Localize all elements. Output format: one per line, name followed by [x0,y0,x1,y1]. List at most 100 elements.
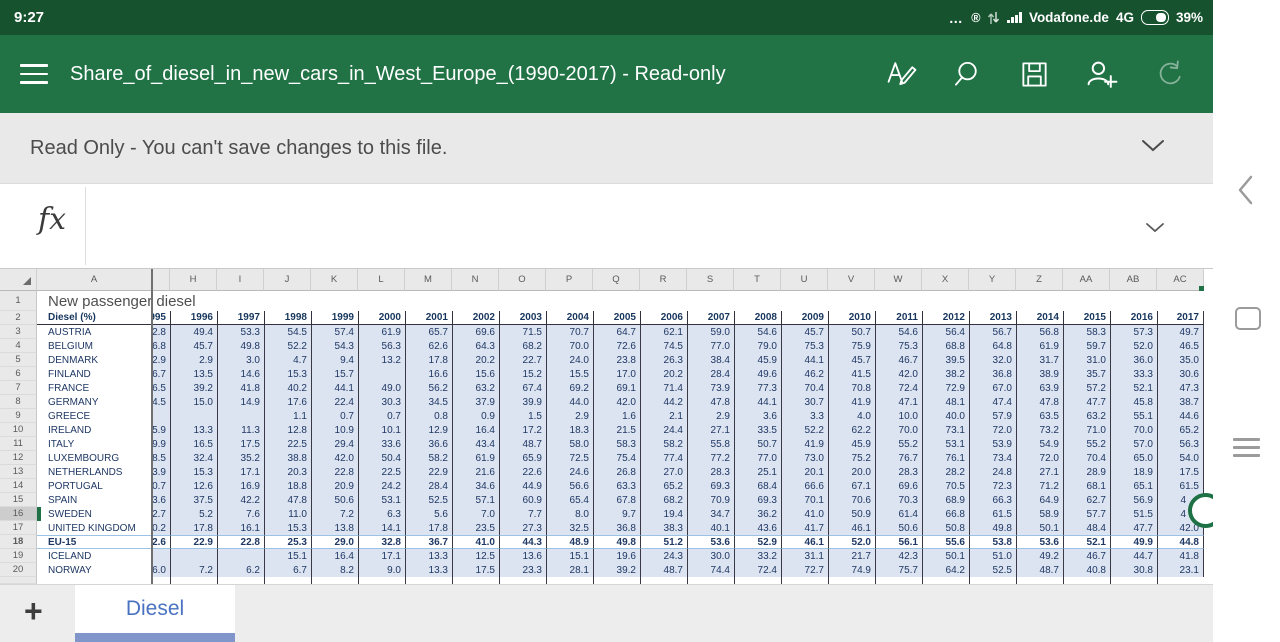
cell-value[interactable]: 36.8 [593,521,640,535]
cell-value[interactable]: 16.4 [452,423,499,437]
cell-country-name[interactable]: GREECE [37,409,152,423]
cell-value[interactable]: 64.3 [452,339,499,353]
row-header-15[interactable]: 15 [0,493,37,507]
cell-value[interactable]: 35.7 [1063,367,1110,381]
cell-value[interactable]: 69.2 [546,381,593,395]
cell-value[interactable]: 38.3 [640,521,687,535]
cell-value[interactable]: 17.5 [452,563,499,577]
cell-value[interactable]: 26.8 [593,465,640,479]
cell-value[interactable]: 6.5 [152,381,170,395]
cell-value[interactable]: 27.0 [640,465,687,479]
chevron-left-icon[interactable] [1237,175,1254,210]
row-header-19[interactable]: 19 [0,549,37,563]
cell-country-name[interactable]: SPAIN [37,493,152,507]
cell-year-2012[interactable]: 2012 [922,311,969,325]
cell-value[interactable]: 28.1 [546,563,593,577]
cell-value[interactable]: 17.5 [217,437,264,451]
cell-value[interactable]: 17.5 [1157,465,1204,479]
cell-value[interactable]: 62.2 [828,423,875,437]
cell-value[interactable]: 58.9 [1016,507,1063,521]
cell-value[interactable]: 70.0 [875,423,922,437]
column-header-J[interactable]: J [264,269,311,291]
cell-value[interactable]: 20.1 [781,465,828,479]
cell-value[interactable]: 22.6 [499,465,546,479]
cell-empty[interactable] [781,577,828,584]
cell-empty[interactable] [1016,577,1063,584]
cell-value[interactable]: 58.3 [593,437,640,451]
cell-value[interactable]: 69.3 [687,479,734,493]
cell-value[interactable]: 6.8 [152,339,170,353]
cell-value[interactable]: 38.9 [1016,367,1063,381]
cell-value[interactable]: 57.0 [1110,437,1157,451]
cell-value[interactable]: 31.1 [781,549,828,563]
cell-empty[interactable] [152,577,170,584]
cell-value[interactable]: 58.2 [640,437,687,451]
cell-value[interactable]: 52.1 [1110,381,1157,395]
cell-value[interactable]: 30.3 [358,395,405,409]
cell-value[interactable]: 34.6 [452,479,499,493]
cell-value[interactable]: 65.4 [546,493,593,507]
cell-year-1999[interactable]: 1999 [311,311,358,325]
cell-year-1997[interactable]: 1997 [217,311,264,325]
cell-value[interactable]: 32.5 [546,521,593,535]
cell-value[interactable] [217,549,264,563]
cell-value[interactable]: 54.3 [311,339,358,353]
cell-value[interactable]: 18.8 [264,479,311,493]
save-icon[interactable] [1019,59,1050,90]
cell-value[interactable]: 23.8 [593,353,640,367]
cell-value[interactable]: 70.4 [1063,451,1110,465]
row-header-10[interactable]: 10 [0,423,37,437]
cell-value[interactable]: 32.0 [969,353,1016,367]
sheet-tab-diesel[interactable]: Diesel [75,585,235,642]
cell-value[interactable]: 52.1 [1063,535,1110,549]
cell-value[interactable]: 24.6 [546,465,593,479]
cell-value[interactable] [358,367,405,381]
cell-value[interactable]: 24.8 [969,465,1016,479]
column-header-AA[interactable]: AA [1063,269,1110,291]
row-header-12[interactable]: 12 [0,451,37,465]
cell-value[interactable]: 61.5 [969,507,1016,521]
cell-value[interactable]: 72.9 [922,381,969,395]
cell-value[interactable]: 33.2 [734,549,781,563]
cell-value[interactable]: 49.8 [593,535,640,549]
cell-value[interactable]: 46.2 [781,367,828,381]
cell-value[interactable]: 16.4 [311,549,358,563]
cell-value[interactable]: 40.1 [687,521,734,535]
row-header-9[interactable]: 9 [0,409,37,423]
cell-value[interactable]: 69.3 [734,493,781,507]
cell-value[interactable]: 50.6 [875,521,922,535]
cell-value[interactable]: 72.3 [969,479,1016,493]
cell-value[interactable]: 42.0 [875,367,922,381]
cell-value[interactable]: 7.2 [170,563,217,577]
cell-value[interactable]: 9.7 [593,507,640,521]
cell-value[interactable]: 3.9 [152,465,170,479]
cell-value[interactable]: 42.2 [217,493,264,507]
cell-value[interactable]: 67.4 [499,381,546,395]
column-header-L[interactable]: L [358,269,405,291]
cell-value[interactable]: 53.1 [358,493,405,507]
cell-value[interactable]: 20.2 [452,353,499,367]
cell-value[interactable]: 9.9 [152,437,170,451]
cell-value[interactable]: 49.9 [1110,535,1157,549]
cell-value[interactable]: 27.3 [499,521,546,535]
row-header-7[interactable]: 7 [0,381,37,395]
cell-value[interactable]: 36.8 [969,367,1016,381]
cell-value[interactable]: 28.2 [922,465,969,479]
column-header-N[interactable]: N [452,269,499,291]
cell-value[interactable]: 53.3 [217,325,264,339]
edit-pen-icon[interactable] [885,58,918,91]
cell-value[interactable]: 17.8 [170,521,217,535]
cell-value[interactable]: 5.2 [170,507,217,521]
cell-value[interactable]: 67.0 [969,381,1016,395]
cell-value[interactable]: 77.0 [734,451,781,465]
cell-value[interactable]: 67.8 [593,493,640,507]
cell-value[interactable]: 50.7 [734,437,781,451]
cell-value[interactable]: 46.1 [781,535,828,549]
cell-value[interactable]: 48.9 [546,535,593,549]
cell-value[interactable]: 20.2 [640,367,687,381]
cell-year-2009[interactable]: 2009 [781,311,828,325]
cell-value[interactable]: 7.0 [452,507,499,521]
cell-value[interactable]: 31.7 [1016,353,1063,367]
cell-value[interactable]: 40.8 [1063,563,1110,577]
row-header-20[interactable]: 20 [0,563,37,577]
